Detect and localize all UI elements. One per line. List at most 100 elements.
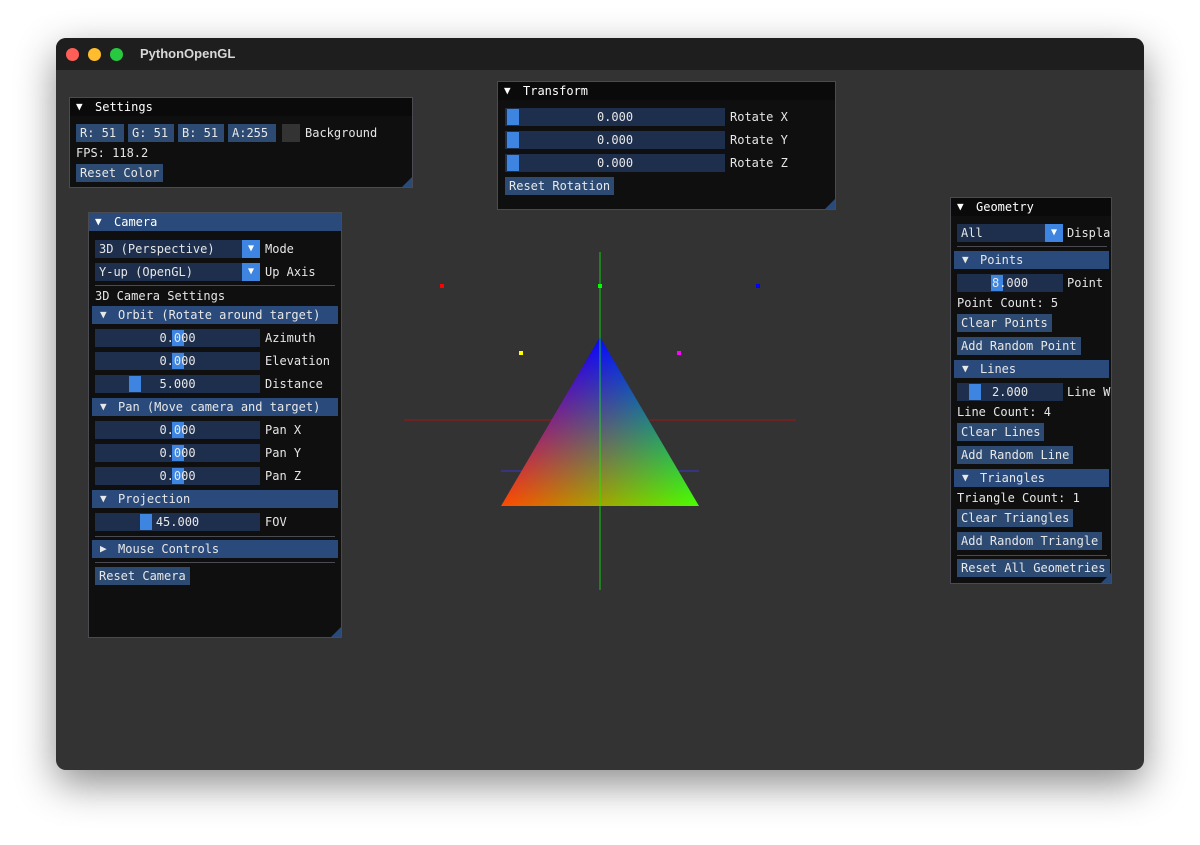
azimuth-slider[interactable]: 0.000 (95, 329, 260, 347)
fov-label: FOV (265, 515, 287, 529)
triangles-header[interactable]: ▼ Triangles (954, 469, 1109, 487)
point-red (440, 284, 444, 288)
pan-y-slider[interactable]: 0.000 (95, 444, 260, 462)
transform-panel-title: Transform (523, 84, 589, 98)
pan-x-value: 0.000 (159, 423, 196, 437)
close-window-button[interactable] (66, 48, 79, 61)
camera-panel-header[interactable]: ▼ Camera (89, 213, 341, 231)
rotate-x-slider[interactable]: 0.000 (505, 108, 725, 126)
point-magenta (677, 351, 681, 355)
fov-slider[interactable]: 45.000 (95, 513, 260, 531)
collapse-arrow-icon[interactable]: ▼ (957, 200, 964, 213)
add-random-line-button[interactable]: Add Random Line (957, 446, 1074, 464)
collapse-arrow-icon[interactable]: ▼ (100, 308, 107, 321)
collapse-arrow-icon[interactable]: ▼ (95, 215, 102, 228)
add-random-point-button[interactable]: Add Random Point (957, 337, 1081, 355)
point-green (598, 284, 602, 288)
pan-header-label: Pan (Move camera and target) (118, 400, 321, 414)
point-count-label: Point Count: 5 (957, 296, 1059, 310)
line-count-label: Line Count: 4 (957, 405, 1051, 419)
lines-header[interactable]: ▼ Lines (954, 360, 1109, 378)
reset-all-geometries-button[interactable]: Reset All Geometries (957, 559, 1110, 577)
pan-z-value: 0.000 (159, 469, 196, 483)
add-random-triangle-button[interactable]: Add Random Triangle (957, 532, 1103, 550)
lines-header-label: Lines (980, 362, 1017, 376)
resize-grip[interactable] (1101, 573, 1111, 583)
reset-rotation-button[interactable]: Reset Rotation (505, 177, 615, 195)
resize-grip[interactable] (331, 627, 341, 637)
up-axis-combo[interactable]: Y-up (OpenGL) ▼ (95, 263, 260, 281)
pan-z-label: Pan Z (265, 469, 302, 483)
rotate-x-value: 0.000 (596, 110, 634, 124)
mode-combo[interactable]: 3D (Perspective) ▼ (95, 240, 260, 258)
point-yellow (519, 351, 523, 355)
color-r-field[interactable]: R: 51 (76, 124, 124, 142)
triangle-count-label: Triangle Count: 1 (957, 491, 1080, 505)
title-bar: PythonOpenGL (56, 38, 1144, 70)
display-combo-value: All (961, 226, 983, 240)
color-g-field[interactable]: G: 51 (128, 124, 174, 142)
chevron-down-icon[interactable]: ▼ (1045, 224, 1063, 242)
point-size-slider[interactable]: 8.000 (957, 274, 1063, 292)
projection-header[interactable]: ▼ Projection (92, 490, 338, 508)
collapse-arrow-icon[interactable]: ▼ (100, 492, 107, 505)
background-label: Background (305, 126, 378, 140)
expand-arrow-icon[interactable]: ▶ (100, 542, 107, 555)
geometry-panel-header[interactable]: ▼ Geometry (951, 198, 1111, 216)
clear-lines-button[interactable]: Clear Lines (957, 423, 1045, 441)
background-color-swatch[interactable] (282, 124, 300, 142)
rotate-z-slider[interactable]: 0.000 (505, 154, 725, 172)
clear-points-button[interactable]: Clear Points (957, 314, 1052, 332)
reset-color-button[interactable]: Reset Color (76, 164, 164, 182)
up-axis-combo-value: Y-up (OpenGL) (99, 265, 193, 279)
projection-header-label: Projection (118, 492, 191, 506)
elevation-value: 0.000 (159, 354, 196, 368)
reset-camera-button[interactable]: Reset Camera (95, 567, 190, 585)
display-combo[interactable]: All ▼ (957, 224, 1063, 242)
point-blue (756, 284, 760, 288)
fps-label: FPS: 118.2 (76, 146, 149, 160)
rotate-x-label: Rotate X (730, 110, 788, 124)
collapse-arrow-icon[interactable]: ▼ (962, 362, 969, 375)
settings-panel-title: Settings (95, 100, 153, 114)
pan-z-slider[interactable]: 0.000 (95, 467, 260, 485)
divider (95, 536, 335, 537)
transform-panel-header[interactable]: ▼ Transform (498, 82, 835, 100)
distance-slider[interactable]: 5.000 (95, 375, 260, 393)
zoom-window-button[interactable] (110, 48, 123, 61)
rotate-z-value: 0.000 (596, 156, 634, 170)
rotate-y-slider[interactable]: 0.000 (505, 131, 725, 149)
geometry-panel: ▼ Geometry All ▼ Display ▼ Points 8.000 … (950, 197, 1112, 584)
mouse-controls-header[interactable]: ▶ Mouse Controls (92, 540, 338, 558)
collapse-arrow-icon[interactable]: ▼ (504, 84, 511, 97)
line-width-slider[interactable]: 2.000 (957, 383, 1063, 401)
orbit-header[interactable]: ▼ Orbit (Rotate around target) (92, 306, 338, 324)
color-b-field[interactable]: B: 51 (178, 124, 224, 142)
collapse-arrow-icon[interactable]: ▼ (76, 100, 83, 113)
azimuth-label: Azimuth (265, 331, 316, 345)
pan-header[interactable]: ▼ Pan (Move camera and target) (92, 398, 338, 416)
resize-grip[interactable] (825, 199, 835, 209)
elevation-slider[interactable]: 0.000 (95, 352, 260, 370)
mode-label: Mode (265, 242, 294, 256)
chevron-down-icon[interactable]: ▼ (242, 263, 260, 281)
points-header-label: Points (980, 253, 1024, 267)
distance-label: Distance (265, 377, 323, 391)
pan-x-slider[interactable]: 0.000 (95, 421, 260, 439)
collapse-arrow-icon[interactable]: ▼ (100, 400, 107, 413)
app-window: PythonOpenGL ▼ Settings R: 51 G: 51 B: 5… (56, 38, 1144, 770)
collapse-arrow-icon[interactable]: ▼ (962, 471, 969, 484)
rotate-z-label: Rotate Z (730, 156, 788, 170)
chevron-down-icon[interactable]: ▼ (242, 240, 260, 258)
color-a-field[interactable]: A:255 (228, 124, 276, 142)
collapse-arrow-icon[interactable]: ▼ (962, 253, 969, 266)
clear-triangles-button[interactable]: Clear Triangles (957, 509, 1074, 527)
divider (95, 285, 335, 286)
points-header[interactable]: ▼ Points (954, 251, 1109, 269)
settings-panel-header[interactable]: ▼ Settings (70, 98, 412, 116)
orbit-header-label: Orbit (Rotate around target) (118, 308, 321, 322)
geometry-panel-title: Geometry (976, 200, 1034, 214)
resize-grip[interactable] (402, 177, 412, 187)
rotate-y-value: 0.000 (596, 133, 634, 147)
minimize-window-button[interactable] (88, 48, 101, 61)
